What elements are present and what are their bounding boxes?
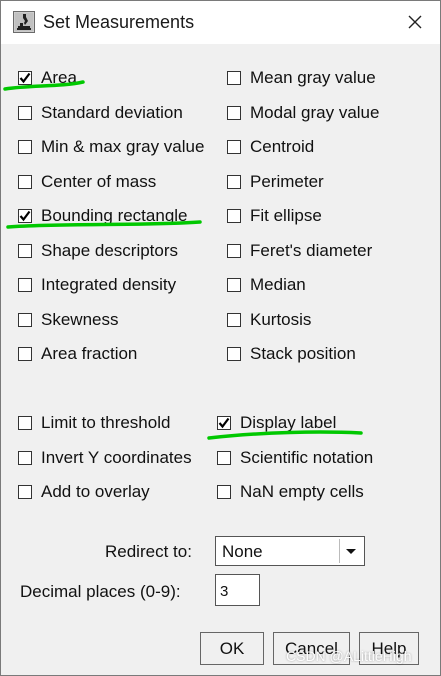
limit-to-threshold-label: Limit to threshold bbox=[41, 413, 171, 432]
checkbox-box bbox=[18, 106, 32, 120]
center-of-mass-checkbox[interactable]: Center of mass bbox=[18, 171, 156, 193]
checkbox-box bbox=[227, 278, 241, 292]
add-to-overlay-label: Add to overlay bbox=[41, 482, 150, 501]
min-max-gray-label: Min & max gray value bbox=[41, 137, 205, 156]
checkbox-box bbox=[227, 106, 241, 120]
decimal-places-input[interactable] bbox=[215, 574, 260, 606]
cancel-button[interactable]: Cancel bbox=[273, 632, 350, 665]
checkbox-box bbox=[227, 347, 241, 361]
scientific-notation-label: Scientific notation bbox=[240, 448, 374, 467]
checkbox-box bbox=[18, 485, 32, 499]
median-label: Median bbox=[250, 275, 306, 294]
modal-gray-value-label: Modal gray value bbox=[250, 103, 380, 122]
shape-descriptors-checkbox[interactable]: Shape descriptors bbox=[18, 240, 178, 262]
checkbox-box bbox=[18, 347, 32, 361]
min-max-gray-checkbox[interactable]: Min & max gray value bbox=[18, 136, 204, 158]
checkbox-box bbox=[227, 71, 241, 85]
stack-position-label: Stack position bbox=[250, 344, 356, 363]
checkbox-box bbox=[227, 175, 241, 189]
area-fraction-label: Area fraction bbox=[41, 344, 138, 363]
checkbox-box bbox=[217, 451, 231, 465]
ferets-diameter-checkbox[interactable]: Feret's diameter bbox=[227, 240, 372, 262]
ferets-diameter-label: Feret's diameter bbox=[250, 241, 373, 260]
perimeter-label: Perimeter bbox=[250, 172, 324, 191]
checkbox-box bbox=[227, 244, 241, 258]
checkbox-box bbox=[227, 209, 241, 223]
shape-descriptors-label: Shape descriptors bbox=[41, 241, 179, 260]
stack-position-checkbox[interactable]: Stack position bbox=[227, 343, 356, 365]
redirect-label: Redirect to: bbox=[105, 542, 192, 561]
area-fraction-checkbox[interactable]: Area fraction bbox=[18, 343, 137, 365]
help-button[interactable]: Help bbox=[359, 632, 419, 665]
add-to-overlay-checkbox[interactable]: Add to overlay bbox=[18, 481, 150, 503]
integrated-density-checkbox[interactable]: Integrated density bbox=[18, 274, 176, 296]
checkbox-box bbox=[217, 485, 231, 499]
center-of-mass-label: Center of mass bbox=[41, 172, 157, 191]
kurtosis-label: Kurtosis bbox=[250, 310, 312, 329]
checkbox-box bbox=[18, 209, 32, 223]
integrated-density-label: Integrated density bbox=[41, 275, 177, 294]
microscope-app-icon bbox=[13, 11, 35, 33]
dropdown-arrow-icon bbox=[339, 539, 362, 563]
limit-to-threshold-checkbox[interactable]: Limit to threshold bbox=[18, 412, 170, 434]
perimeter-checkbox[interactable]: Perimeter bbox=[227, 171, 324, 193]
centroid-label: Centroid bbox=[250, 137, 315, 156]
check-icon bbox=[218, 417, 230, 429]
checkbox-box bbox=[18, 71, 32, 85]
set-measurements-dialog: Set Measurements Area Standard deviation… bbox=[0, 0, 441, 676]
skewness-checkbox[interactable]: Skewness bbox=[18, 309, 118, 331]
invert-y-coordinates-checkbox[interactable]: Invert Y coordinates bbox=[18, 447, 192, 469]
skewness-label: Skewness bbox=[41, 310, 119, 329]
checkbox-box bbox=[18, 140, 32, 154]
invert-y-coordinates-label: Invert Y coordinates bbox=[41, 448, 192, 467]
dialog-title: Set Measurements bbox=[43, 12, 195, 32]
checkbox-box bbox=[18, 175, 32, 189]
fit-ellipse-checkbox[interactable]: Fit ellipse bbox=[227, 205, 322, 227]
display-label-label: Display label bbox=[240, 413, 337, 432]
area-checkbox[interactable]: Area bbox=[18, 67, 77, 89]
redirect-selected-value: None bbox=[222, 542, 263, 561]
modal-gray-value-checkbox[interactable]: Modal gray value bbox=[227, 102, 379, 124]
fit-ellipse-label: Fit ellipse bbox=[250, 206, 322, 225]
checkbox-box bbox=[227, 140, 241, 154]
redirect-dropdown[interactable]: None bbox=[215, 536, 365, 566]
bounding-rectangle-checkbox[interactable]: Bounding rectangle bbox=[18, 205, 188, 227]
checkbox-box bbox=[227, 313, 241, 327]
mean-gray-value-label: Mean gray value bbox=[250, 68, 376, 87]
checkbox-box bbox=[18, 451, 32, 465]
standard-deviation-label: Standard deviation bbox=[41, 103, 183, 122]
mean-gray-value-checkbox[interactable]: Mean gray value bbox=[227, 67, 376, 89]
bounding-rectangle-label: Bounding rectangle bbox=[41, 206, 188, 225]
checkbox-box bbox=[18, 278, 32, 292]
decimal-places-label: Decimal places (0-9): bbox=[20, 582, 181, 601]
median-checkbox[interactable]: Median bbox=[227, 274, 306, 296]
nan-empty-cells-checkbox[interactable]: NaN empty cells bbox=[217, 481, 364, 503]
checkbox-box bbox=[18, 416, 32, 430]
checkbox-box bbox=[18, 313, 32, 327]
scientific-notation-checkbox[interactable]: Scientific notation bbox=[217, 447, 373, 469]
display-label-checkbox[interactable]: Display label bbox=[217, 412, 336, 434]
close-button[interactable] bbox=[401, 10, 429, 36]
checkbox-box bbox=[18, 244, 32, 258]
nan-empty-cells-label: NaN empty cells bbox=[240, 482, 364, 501]
checkbox-box bbox=[217, 416, 231, 430]
title-bar: Set Measurements bbox=[1, 1, 440, 44]
standard-deviation-checkbox[interactable]: Standard deviation bbox=[18, 102, 183, 124]
check-icon bbox=[19, 210, 31, 222]
centroid-checkbox[interactable]: Centroid bbox=[227, 136, 314, 158]
area-label: Area bbox=[41, 68, 77, 87]
close-icon bbox=[408, 15, 422, 29]
kurtosis-checkbox[interactable]: Kurtosis bbox=[227, 309, 311, 331]
ok-button[interactable]: OK bbox=[200, 632, 264, 665]
check-icon bbox=[19, 72, 31, 84]
